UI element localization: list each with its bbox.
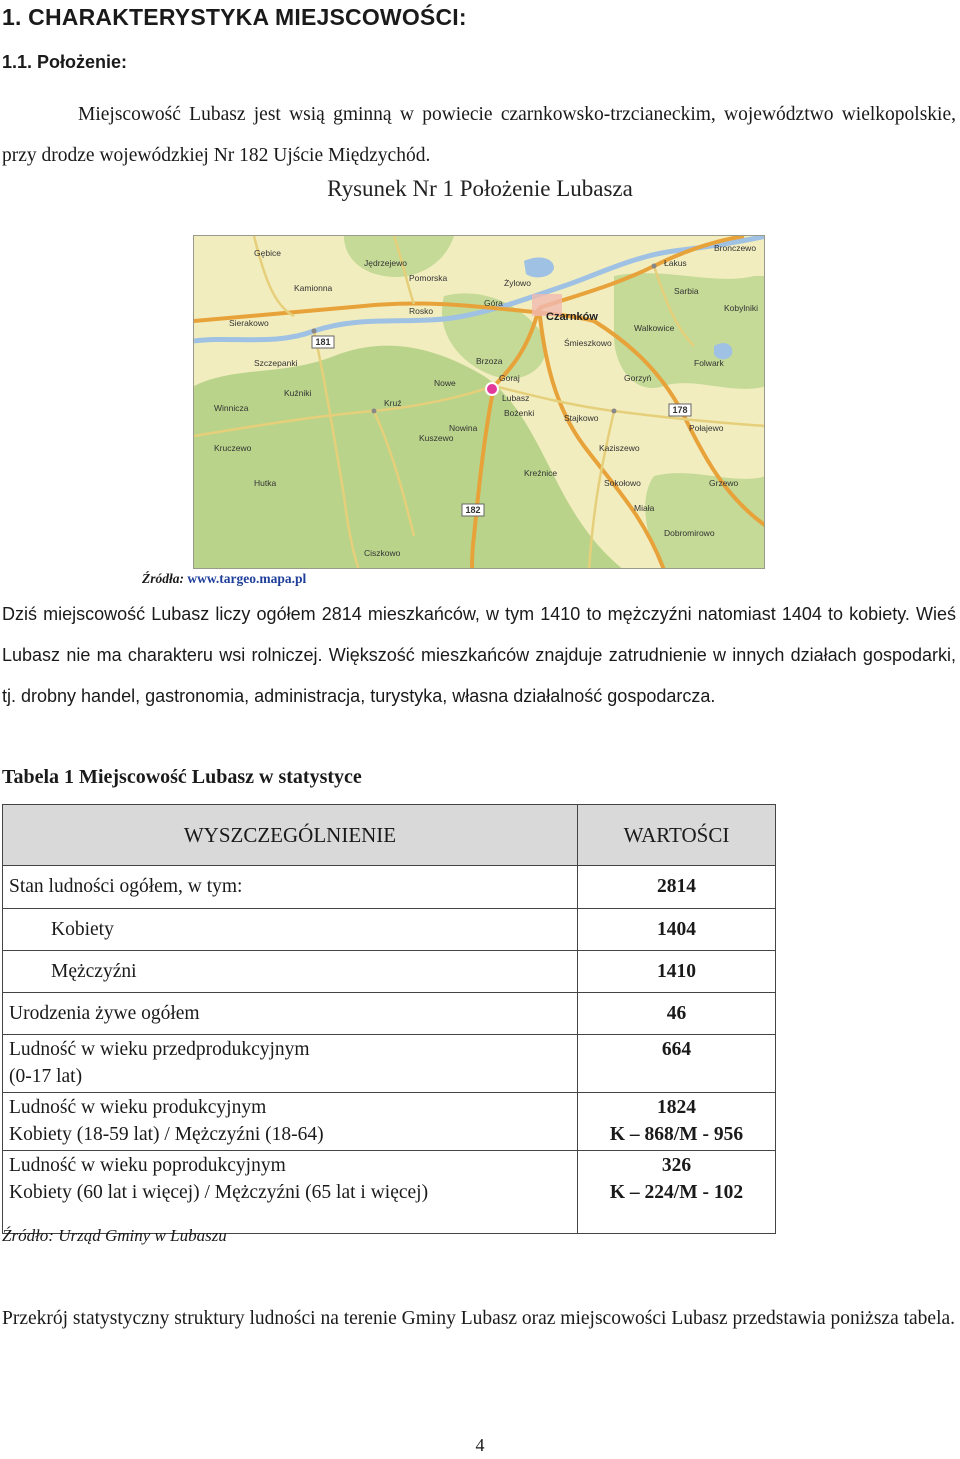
row-value: 326 K – 224/M - 102 [577, 1150, 776, 1234]
map-label-grzewo: Grzewo [709, 478, 739, 488]
page-number: 4 [475, 1435, 485, 1455]
map-label-smieszkowo: Śmieszkowo [564, 337, 612, 348]
map-village-dot [371, 408, 377, 414]
row-value: 1824 K – 868/M - 956 [577, 1092, 776, 1151]
population-paragraph: Dziś miejscowość Lubasz liczy ogółem 281… [2, 604, 956, 706]
summary-paragraph: Przekrój statystyczny struktury ludności… [2, 1308, 956, 1329]
row-value: 2814 [577, 865, 776, 909]
row-label: Stan ludności ogółem, w tym: [2, 865, 578, 909]
table-row: Urodzenia żywe ogółem 46 [2, 992, 776, 1035]
map-source-label: Źródła: [142, 571, 184, 586]
map-label-goraj: Goraj [499, 373, 520, 383]
column-header-description: WYSZCZEGÓLNIENIE [2, 804, 578, 866]
map-label-dobromirowo: Dobromirowo [664, 528, 715, 538]
subsection-heading: 1.1. Położenie: [2, 52, 128, 72]
location-paragraph: Miejscowość Lubasz jest wsią gminną w po… [2, 94, 956, 176]
map-label-gora: Góra [484, 298, 503, 308]
map-label-nowe: Nowe [434, 378, 456, 388]
map-forest [645, 473, 764, 568]
location-map: 181 182 178 Czarnków Lubasz Góra Rosko P… [193, 235, 765, 569]
row-value-line: K – 868/M - 956 [609, 1124, 744, 1145]
row-label: Ludność w wieku produkcyjnym Kobiety (18-… [2, 1092, 578, 1151]
row-value-line: K – 224/M - 102 [609, 1182, 744, 1203]
figure-caption: Rysunek Nr 1 Położenie Lubasza [327, 176, 633, 201]
map-label-hutka: Hutka [254, 478, 276, 488]
row-label: Ludność w wieku poprodukcyjnym Kobiety (6… [2, 1150, 578, 1234]
map-label-lubasz: Lubasz [502, 393, 529, 403]
map-village-dot [311, 328, 317, 334]
row-value: 1404 [577, 908, 776, 951]
row-label: Mężczyźni [2, 950, 578, 993]
location-text: Miejscowość Lubasz jest wsią gminną w po… [2, 104, 956, 166]
map-label-kaziszewo: Kaziszewo [599, 443, 640, 453]
map-label-rosko: Rosko [409, 306, 433, 316]
map-label-kobylniki: Kobylniki [724, 303, 758, 313]
map-label-czarnkow: Czarnków [546, 311, 598, 323]
row-label-line: Kobiety (18-59 lat) / Mężczyźni (18-64) [9, 1124, 324, 1145]
location-marker-icon [485, 382, 499, 396]
row-value: 46 [577, 992, 776, 1035]
map-label-kamionna: Kamionna [294, 283, 333, 293]
map-label-stajkowo: Stajkowo [564, 413, 599, 423]
map-label-szczepanki: Szczepanki [254, 358, 298, 368]
map-label-kuszewo: Kuszewo [419, 433, 454, 443]
road-shield-number: 182 [465, 505, 480, 515]
map-label-gorzyn: Gorzyń [624, 373, 652, 383]
table-row: Ludność w wieku przedprodukcyjnym (0-17 l… [2, 1034, 776, 1093]
section-heading: 1. CHARAKTERYSTYKA MIEJSCOWOŚCI: [2, 4, 467, 30]
row-label: Ludność w wieku przedprodukcyjnym (0-17 l… [2, 1034, 578, 1093]
map-label-miala: Miała [634, 503, 655, 513]
table-caption: Tabela 1 Miejscowość Lubasz w statystyce [2, 766, 362, 788]
map-label-kuzniki: Kuźniki [284, 388, 312, 398]
map-label-kruz: Kruź [384, 398, 401, 408]
map-label-kruczewo: Kruczewo [214, 443, 252, 453]
table-row: Mężczyźni 1410 [2, 950, 776, 993]
table-source: Źródło: Urząd Gminy w Lubaszu [2, 1226, 227, 1245]
map-label-pomorska: Pomorska [409, 273, 448, 283]
map-label-nowina: Nowina [449, 423, 478, 433]
map-label-brzoza: Brzoza [476, 356, 503, 366]
row-label-line: Ludność w wieku produkcyjnym [9, 1097, 267, 1118]
map-label-bozenki: Bożenki [504, 408, 534, 418]
column-header-value: WARTOŚCI [577, 804, 776, 866]
map-village-dot [651, 263, 657, 269]
map-source-link[interactable]: www.targeo.mapa.pl [187, 571, 306, 586]
map-label-bronczewo: Bronczewo [714, 243, 756, 253]
table-row: Kobiety 1404 [2, 908, 776, 951]
map-village-dot [611, 408, 617, 414]
row-value-line: 1824 [657, 1097, 696, 1118]
map-label-gebice: Gębice [254, 248, 281, 258]
row-value-line: 326 [661, 1155, 692, 1176]
row-value: 1410 [577, 950, 776, 993]
row-label-line: Kobiety (60 lat i więcej) / Mężczyźni (6… [9, 1182, 429, 1203]
row-label-line: (0-17 lat) [9, 1066, 83, 1087]
table-row: Ludność w wieku poprodukcyjnym Kobiety (6… [2, 1150, 776, 1234]
row-label: Kobiety [2, 908, 578, 951]
statistics-table: WYSZCZEGÓLNIENIE WARTOŚCI Stan ludności … [2, 804, 776, 1234]
map-label-sarbia: Sarbia [674, 286, 699, 296]
map-label-zylowo: Żylowo [504, 278, 531, 288]
map-label-winnicza: Winnicza [214, 403, 249, 413]
map-label-folwark: Folwark [694, 358, 725, 368]
table-header-row: WYSZCZEGÓLNIENIE WARTOŚCI [2, 804, 776, 866]
road-shield-number: 181 [315, 337, 330, 347]
map-label-kreznice: Kreźnice [524, 468, 557, 478]
map-lake [714, 343, 733, 360]
table-row: Stan ludności ogółem, w tym: 2814 [2, 865, 776, 909]
road-shield-number: 178 [672, 405, 687, 415]
map-label-jadzewo: Jędrzejewo [364, 258, 407, 268]
map-label-sokolowo: Sokołowo [604, 478, 641, 488]
map-label-polajewo: Połajewo [689, 423, 724, 433]
row-label: Urodzenia żywe ogółem [2, 992, 578, 1035]
row-label-line: Ludność w wieku przedprodukcyjnym [9, 1039, 310, 1060]
map-label-lakus: Łakus [664, 258, 687, 268]
table-row: Ludność w wieku produkcyjnym Kobiety (18-… [2, 1092, 776, 1151]
map-label-walkowice: Walkowice [634, 323, 675, 333]
row-label-line: Ludność w wieku poprodukcyjnym [9, 1155, 286, 1176]
map-label-ciszkowo: Ciszkowo [364, 548, 401, 558]
row-value: 664 [577, 1034, 776, 1093]
map-source: Źródła: www.targeo.mapa.pl [142, 571, 306, 587]
map-label-sierakow: Sierakowo [229, 318, 269, 328]
